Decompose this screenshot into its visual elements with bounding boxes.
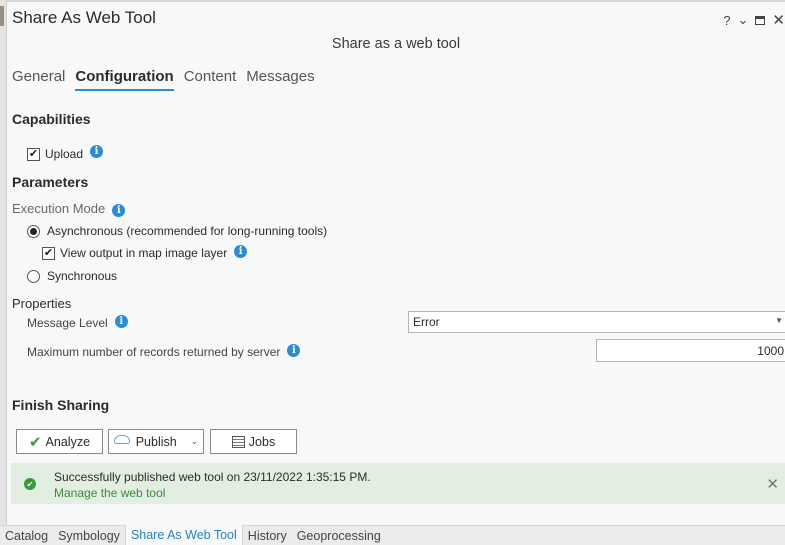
jobs-button[interactable]: Jobs [210,429,297,454]
bottom-tab-bar: Catalog Symbology Share As Web Tool Hist… [0,525,785,545]
synchronous-label: Synchronous [47,269,118,283]
info-icon[interactable]: i [112,204,126,217]
message-level-select[interactable]: Error ▼ [408,311,785,333]
info-icon[interactable]: i [287,343,301,357]
analyze-label: Analyze [45,434,91,449]
tab-general[interactable]: General [12,68,65,91]
execution-mode-text: Execution Mode [12,201,106,216]
synchronous-option: Synchronous [27,269,117,283]
finish-sharing-heading: Finish Sharing [12,397,110,413]
message-level-row: Message Level i [27,314,128,330]
tab-messages[interactable]: Messages [246,68,314,91]
synchronous-radio[interactable] [27,269,40,283]
asynchronous-radio[interactable] [27,224,40,238]
upload-option: ✔ Upload i [27,144,104,161]
chevron-down-icon[interactable]: ⌄ [738,12,749,28]
manage-web-tool-link[interactable]: Manage the web tool [54,486,165,500]
bottom-tab-symbology[interactable]: Symbology [53,526,125,545]
window-controls: ? ⌄ ✕ [723,11,785,29]
message-level-label: Message Level [27,316,108,330]
tab-configuration[interactable]: Configuration [75,68,174,91]
help-icon[interactable]: ? [723,13,730,28]
bottom-tab-history[interactable]: History [243,526,292,545]
pane-subtitle: Share as a web tool [331,36,461,52]
analyze-button[interactable]: ✔ Analyze [16,429,103,454]
checkmark-icon: ✔ [28,433,42,451]
tab-bar: General Configuration Content Messages [12,68,315,91]
bottom-tab-catalog[interactable]: Catalog [0,526,53,545]
close-icon[interactable]: ✕ [772,11,785,29]
success-check-icon: ✔ [24,478,36,490]
info-icon[interactable]: i [234,244,248,258]
maximize-icon[interactable] [755,15,766,25]
properties-heading: Properties [12,296,72,311]
upload-label: Upload [45,147,84,161]
jobs-label: Jobs [248,434,276,449]
success-message: Successfully published web tool on 23/11… [54,470,371,484]
view-output-label: View output in map image layer [60,246,228,260]
max-records-row: Maximum number of records returned by se… [27,343,301,359]
upload-checkbox[interactable]: ✔ [27,147,40,161]
left-docked-pane-edge [0,0,7,525]
execution-mode-label: Execution Mode i [12,201,126,217]
cloud-icon [113,435,130,444]
publish-button[interactable]: Publish ⌄ [108,429,204,454]
max-records-input[interactable]: 1000 [596,339,785,362]
asynchronous-option: Asynchronous (recommended for long-runni… [27,224,327,238]
capabilities-heading: Capabilities [12,111,91,127]
list-icon [231,435,245,448]
success-banner: ✔ Successfully published web tool on 23/… [11,463,785,504]
publish-label: Publish [135,434,177,449]
message-level-value: Error [413,315,440,329]
close-icon[interactable]: ✕ [766,475,779,493]
view-output-option: ✔ View output in map image layer i [42,244,248,260]
dropdown-caret-icon: ▼ [775,316,783,325]
chevron-down-icon[interactable]: ⌄ [191,436,199,447]
share-as-web-tool-pane: Share As Web Tool ? ⌄ ✕ Share as a web t… [7,0,785,525]
asynchronous-label: Asynchronous (recommended for long-runni… [47,224,328,238]
left-pane-fragment [0,6,4,26]
parameters-heading: Parameters [12,174,89,190]
pane-title: Share As Web Tool [12,8,156,27]
max-records-label: Maximum number of records returned by se… [27,345,281,359]
bottom-tab-share-as-web-tool[interactable]: Share As Web Tool [124,525,243,545]
view-output-checkbox[interactable]: ✔ [42,246,55,260]
info-icon[interactable]: i [114,314,128,328]
info-icon[interactable]: i [90,144,104,158]
tab-content[interactable]: Content [184,68,237,91]
bottom-tab-geoprocessing[interactable]: Geoprocessing [292,526,386,545]
